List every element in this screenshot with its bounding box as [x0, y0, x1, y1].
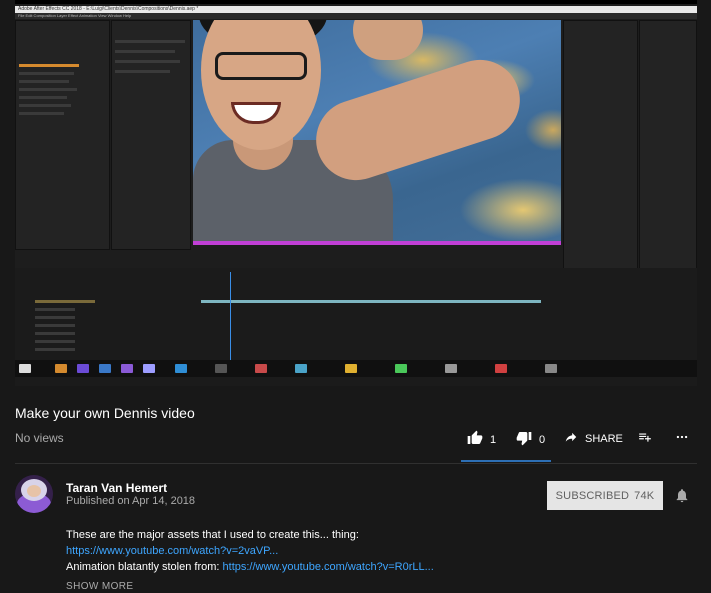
like-count: 1: [490, 433, 497, 446]
timeline-playhead: [230, 272, 231, 360]
composition-viewer: [193, 20, 561, 241]
taskbar-app-icon: [215, 364, 227, 373]
more-actions-button[interactable]: [674, 430, 690, 447]
notification-bell-button[interactable]: [674, 487, 690, 509]
taskbar-app-icon: [395, 364, 407, 373]
project-item: [19, 112, 64, 115]
person-arm: [305, 49, 531, 191]
share-label: SHARE: [585, 432, 623, 445]
effect-controls-panel: [111, 20, 191, 250]
timeline-layer: [35, 316, 75, 319]
video-description: These are the major assets that I used t…: [66, 527, 434, 575]
bell-icon: [674, 489, 690, 508]
more-horizontal-icon: [674, 430, 690, 447]
taskbar-app-icon: [545, 364, 557, 373]
timeline-layer: [35, 340, 75, 343]
project-item: [19, 64, 79, 67]
ae-titlebar: Adobe After Effects CC 2018 - E:\Luigi\C…: [15, 6, 697, 13]
add-to-playlist-button[interactable]: [637, 430, 653, 447]
show-more-button[interactable]: SHOW MORE: [66, 581, 134, 592]
share-icon: [563, 430, 579, 447]
person-hand: [353, 20, 423, 60]
description-line: These are the major assets that I used t…: [66, 529, 359, 541]
project-item: [19, 104, 71, 107]
timeline-layer: [35, 300, 95, 303]
thumb-up-icon: [466, 430, 484, 449]
share-button[interactable]: SHARE: [563, 430, 623, 447]
taskbar-app-icon: [175, 364, 187, 373]
subscribe-button[interactable]: SUBSCRIBED 74K: [547, 481, 663, 510]
channel-avatar[interactable]: [15, 475, 53, 513]
video-title: Make your own Dennis video: [15, 405, 195, 421]
playlist-add-icon: [637, 430, 653, 447]
like-dislike-bar: [461, 460, 551, 462]
taskbar-app-icon: [255, 364, 267, 373]
effect-row: [115, 60, 180, 63]
taskbar-app-icon: [55, 364, 67, 373]
timeline-layer: [35, 308, 75, 311]
description-line: Animation blatantly stolen from:: [66, 561, 220, 573]
taskbar-app-icon: [143, 364, 155, 373]
project-item: [19, 72, 74, 75]
project-panel: [15, 20, 110, 250]
taskbar-app-icon: [345, 364, 357, 373]
description-link[interactable]: https://www.youtube.com/watch?v=R0rLL...: [223, 561, 434, 573]
taskbar-app-icon: [295, 364, 307, 373]
dislike-count: 0: [539, 433, 546, 446]
project-item: [19, 80, 69, 83]
video-player[interactable]: Adobe After Effects CC 2018 - E:\Luigi\C…: [15, 0, 697, 386]
timeline-layer: [35, 348, 75, 351]
comp-work-area-bar: [193, 241, 561, 245]
subscribe-label: SUBSCRIBED: [555, 489, 630, 502]
windows-taskbar: [15, 360, 697, 377]
channel-name[interactable]: Taran Van Hemert: [66, 481, 167, 495]
taskbar-app-icon: [121, 364, 133, 373]
windows-start-icon: [19, 364, 31, 373]
view-count: No views: [15, 431, 64, 445]
taskbar-app-icon: [445, 364, 457, 373]
project-item: [19, 96, 67, 99]
like-ratio-fill: [461, 460, 551, 462]
subscriber-count: 74K: [634, 489, 655, 502]
timeline-layer: [35, 324, 75, 327]
section-divider: [15, 463, 697, 464]
ae-menubar: File Edit Composition Layer Effect Anima…: [15, 13, 697, 19]
timeline-layer: [35, 332, 75, 335]
thumb-down-icon: [515, 430, 533, 449]
like-button[interactable]: 1: [466, 430, 496, 449]
taskbar-app-icon: [99, 364, 111, 373]
description-link[interactable]: https://www.youtube.com/watch?v=2vaVP...: [66, 545, 278, 557]
ae-title-text: Adobe After Effects CC 2018 - E:\Luigi\C…: [18, 6, 199, 12]
person-glasses: [215, 52, 307, 80]
publish-date: Published on Apr 14, 2018: [66, 495, 196, 507]
taskbar-app-icon: [77, 364, 89, 373]
effect-row: [115, 50, 175, 53]
effect-row: [115, 40, 185, 43]
dislike-button[interactable]: 0: [515, 430, 545, 449]
effect-row: [115, 70, 170, 73]
person-face: [201, 20, 321, 150]
timeline-layer-bar: [201, 300, 541, 303]
taskbar-app-icon: [495, 364, 507, 373]
project-item: [19, 88, 77, 91]
